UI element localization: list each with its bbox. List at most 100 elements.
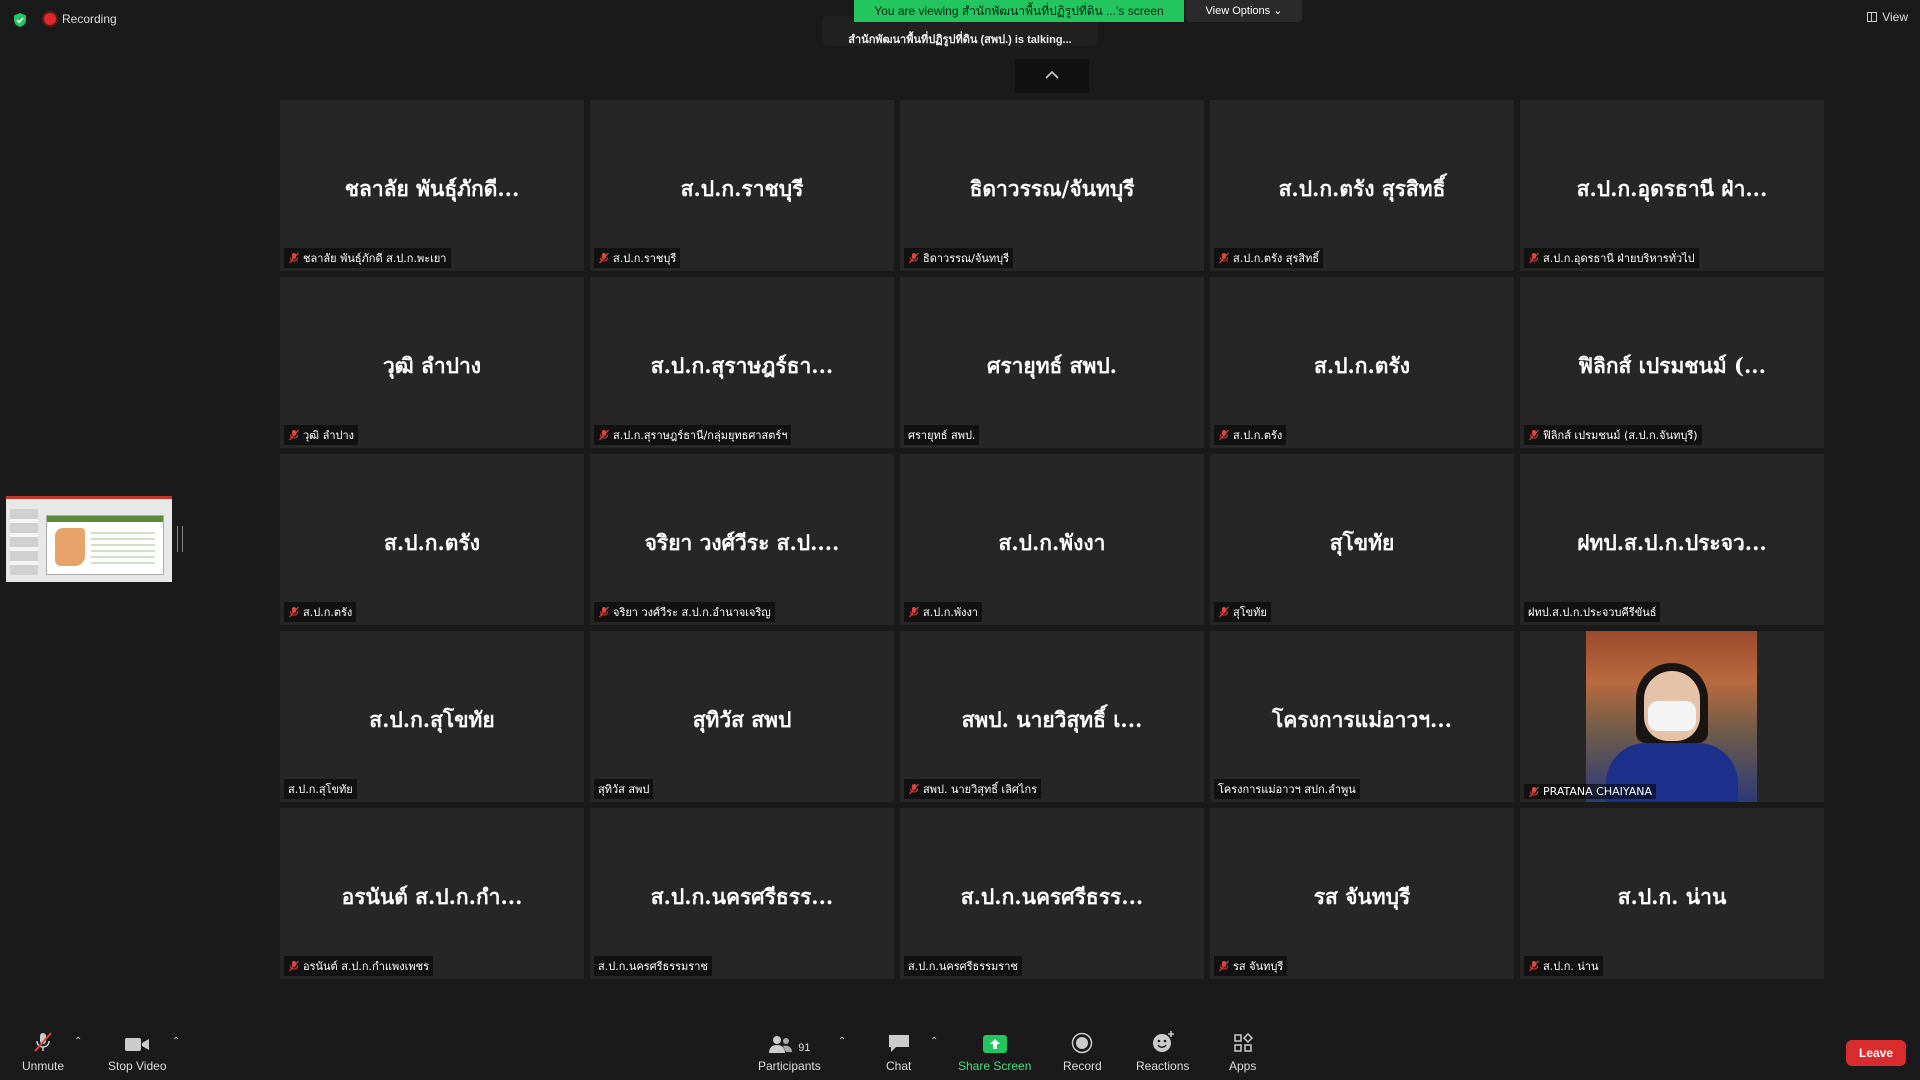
participant-label-text: ส.ป.ก.นครศรีธรรมราช xyxy=(598,960,708,973)
participant-tile[interactable]: ศรายุทธ์ สพป. ศรายุทธ์ สพป. xyxy=(900,277,1204,448)
participants-button[interactable]: 91 Participants xyxy=(758,1030,821,1073)
participant-video xyxy=(1586,631,1757,802)
collapse-gallery-button[interactable] xyxy=(1015,59,1089,93)
participant-name-label: ส.ป.ก.ตรัง xyxy=(1214,425,1287,445)
participant-tile[interactable]: ฟิลิกส์ เปรมชนม์ (... ฟิลิกส์ เปรมชนม์ (ส… xyxy=(1520,277,1824,448)
participant-tile[interactable]: ส.ป.ก.อุดรธานี ฝ่า... ส.ป.ก.อุดรธานี ฝ่าย… xyxy=(1520,100,1824,271)
participant-display-name: จริยา วงศ์วีระ ส.ป.... xyxy=(644,530,840,555)
shared-screen-thumbnail[interactable] xyxy=(6,496,172,582)
stop-video-button[interactable]: Stop Video xyxy=(108,1030,167,1073)
participant-label-text: สุทิวัส สพป xyxy=(598,783,650,796)
share-screen-icon xyxy=(982,1035,1007,1053)
muted-mic-icon xyxy=(909,252,919,264)
participant-display-name: ส.ป.ก.สุโขทัย xyxy=(369,707,495,732)
participant-tile[interactable]: จริยา วงศ์วีระ ส.ป.... จริยา วงศ์วีระ ส.ป… xyxy=(590,454,894,625)
participant-label-text: โครงการแม่อาวฯ สปก.ลำพูน xyxy=(1218,783,1356,796)
participant-tile[interactable]: ส.ป.ก.ตรัง สุรสิทธิ์ ส.ป.ก.ตรัง สุรสิทธิ์ xyxy=(1210,100,1514,271)
participant-tile[interactable]: สพป. นายวิสุทธิ์ เ... สพป. นายวิสุทธิ์ เล… xyxy=(900,631,1204,802)
participant-tile[interactable]: โครงการแม่อาวฯ... โครงการแม่อาวฯ สปก.ลำพู… xyxy=(1210,631,1514,802)
reactions-button[interactable]: Reactions xyxy=(1136,1030,1189,1073)
apps-icon xyxy=(1233,1032,1253,1052)
participant-label-text: ส.ป.ก.ตรัง xyxy=(303,606,353,619)
reactions-label: Reactions xyxy=(1136,1059,1190,1073)
participant-display-name: ส.ป.ก.นครศรีธรร... xyxy=(650,884,834,909)
muted-mic-icon xyxy=(289,429,299,441)
audio-options-caret-icon[interactable]: ⌃ xyxy=(74,1036,82,1047)
view-options-button[interactable]: View Options ⌄ xyxy=(1186,0,1302,22)
chat-button[interactable]: Chat xyxy=(886,1030,911,1073)
participant-name-label: ส.ป.ก. น่าน xyxy=(1524,956,1603,976)
participant-label-text: ชลาลัย พันธุ์ภักดี ส.ป.ก.พะเยา xyxy=(303,252,447,265)
participant-name-label: ศรายุทธ์ สพป. xyxy=(904,425,980,445)
participant-tile[interactable]: ส.ป.ก.สุราษฎร์ธา... ส.ป.ก.สุราษฎร์ธานี/กล… xyxy=(590,277,894,448)
view-options-label: View Options xyxy=(1205,5,1271,17)
slide-preview xyxy=(46,515,164,575)
muted-mic-icon xyxy=(1529,429,1539,441)
resize-handle[interactable] xyxy=(177,526,183,552)
participant-display-name: ส.ป.ก.ตรัง xyxy=(1314,353,1410,378)
video-camera-icon xyxy=(125,1038,150,1051)
participant-tile[interactable]: ส.ป.ก.ตรัง ส.ป.ก.ตรัง xyxy=(280,454,584,625)
muted-mic-icon xyxy=(1219,429,1229,441)
muted-mic-icon xyxy=(289,960,299,972)
muted-mic-icon xyxy=(1529,252,1539,264)
participant-label-text: ส.ป.ก.พังงา xyxy=(923,606,979,619)
participant-display-name: ส.ป.ก.นครศรีธรร... xyxy=(960,884,1144,909)
chat-label: Chat xyxy=(886,1059,912,1073)
participant-tile[interactable]: PRATANA CHAIYANA xyxy=(1520,631,1824,802)
share-screen-button[interactable]: Share Screen xyxy=(958,1030,1031,1073)
participant-tile[interactable]: สุทิวัส สพป สุทิวัส สพป xyxy=(590,631,894,802)
share-screen-label: Share Screen xyxy=(958,1059,1032,1073)
view-label: View xyxy=(1882,10,1908,24)
participant-label-text: วุฒิ ลำปาง xyxy=(303,429,355,442)
participant-tile[interactable]: ส.ป.ก.นครศรีธรร... ส.ป.ก.นครศรีธรรมราช xyxy=(590,808,894,979)
video-options-caret-icon[interactable]: ⌃ xyxy=(172,1036,180,1047)
muted-mic-icon xyxy=(599,429,609,441)
participant-display-name: วุฒิ ลำปาง xyxy=(382,353,482,378)
participant-tile[interactable]: ส.ป.ก. น่าน ส.ป.ก. น่าน xyxy=(1520,808,1824,979)
participant-display-name: ฝทป.ส.ป.ก.ประจว... xyxy=(1577,530,1767,555)
participant-label-text: จริยา วงศ์วีระ ส.ป.ก.อำนาจเจริญ xyxy=(613,606,771,619)
participant-tile[interactable]: ส.ป.ก.ตรัง ส.ป.ก.ตรัง xyxy=(1210,277,1514,448)
participant-name-label: รส จันทบุรี xyxy=(1214,956,1288,976)
participant-name-label: ส.ป.ก.สุราษฎร์ธานี/กลุ่มยุทธศาสตร์ฯ xyxy=(594,425,792,445)
participants-count: 91 xyxy=(798,1042,811,1054)
participant-label-text: ฟิลิกส์ เปรมชนม์ (ส.ป.ก.จันทบุรี) xyxy=(1543,429,1698,442)
view-button[interactable]: View xyxy=(1867,10,1908,24)
unmute-label: Unmute xyxy=(22,1059,65,1073)
security-shield-icon[interactable] xyxy=(12,12,28,28)
participant-label-text: ส.ป.ก.อุดรธานี ฝ่ายบริหารทั่วไป xyxy=(1543,252,1695,265)
leave-button[interactable]: Leave xyxy=(1846,1040,1906,1066)
top-bar: Recording สำนักพัฒนาพื้นที่ปฏิรูปที่ดิน … xyxy=(0,0,1920,46)
participant-tile[interactable]: สุโขทัย สุโขทัย xyxy=(1210,454,1514,625)
participant-display-name: ส.ป.ก.ราชบุรี xyxy=(680,176,804,201)
participant-display-name: ส.ป.ก. น่าน xyxy=(1617,884,1727,909)
apps-button[interactable]: Apps xyxy=(1229,1030,1256,1073)
meeting-toolbar: Unmute ⌃ Stop Video ⌃ 91 Participants ⌃ xyxy=(0,1022,1920,1080)
participant-display-name: สุทิวัส สพป xyxy=(692,707,792,732)
participants-label: Participants xyxy=(758,1059,821,1073)
participant-tile[interactable]: ธิดาวรรณ/จันทบุรี ธิดาวรรณ/จันทบุรี xyxy=(900,100,1204,271)
participant-label-text: ส.ป.ก. น่าน xyxy=(1543,960,1599,973)
participants-options-caret-icon[interactable]: ⌃ xyxy=(838,1036,846,1047)
participant-tile[interactable]: ส.ป.ก.นครศรีธรร... ส.ป.ก.นครศรีธรรมราช xyxy=(900,808,1204,979)
participant-tile[interactable]: ชลาลัย พันธุ์ภักดี... ชลาลัย พันธุ์ภักดี … xyxy=(280,100,584,271)
record-button[interactable]: Record xyxy=(1063,1030,1102,1073)
participant-tile[interactable]: ฝทป.ส.ป.ก.ประจว... ฝทป.ส.ป.ก.ประจวบคีรีขั… xyxy=(1520,454,1824,625)
participant-label-text: สพป. นายวิสุทธิ์ เลิศไกร xyxy=(923,783,1038,796)
unmute-button[interactable]: Unmute xyxy=(22,1030,64,1073)
participant-tile[interactable]: ส.ป.ก.พังงา ส.ป.ก.พังงา xyxy=(900,454,1204,625)
stop-video-label: Stop Video xyxy=(108,1059,167,1073)
participant-name-label: ธิดาวรรณ/จันทบุรี xyxy=(904,248,1014,268)
participant-label-text: PRATANA CHAIYANA xyxy=(1543,785,1653,798)
map-thumbnail xyxy=(55,528,85,566)
participant-tile[interactable]: วุฒิ ลำปาง วุฒิ ลำปาง xyxy=(280,277,584,448)
participant-tile[interactable]: รส จันทบุรี รส จันทบุรี xyxy=(1210,808,1514,979)
participant-tile[interactable]: อรนันต์ ส.ป.ก.กำ... อรนันต์ ส.ป.ก.กำแพงเพ… xyxy=(280,808,584,979)
recording-indicator[interactable]: Recording xyxy=(44,12,117,26)
chat-options-caret-icon[interactable]: ⌃ xyxy=(930,1036,938,1047)
participant-tile[interactable]: ส.ป.ก.สุโขทัย ส.ป.ก.สุโขทัย xyxy=(280,631,584,802)
participant-tile[interactable]: ส.ป.ก.ราชบุรี ส.ป.ก.ราชบุรี xyxy=(590,100,894,271)
participant-name-label: ฟิลิกส์ เปรมชนม์ (ส.ป.ก.จันทบุรี) xyxy=(1524,425,1702,445)
participants-icon xyxy=(769,1036,793,1053)
